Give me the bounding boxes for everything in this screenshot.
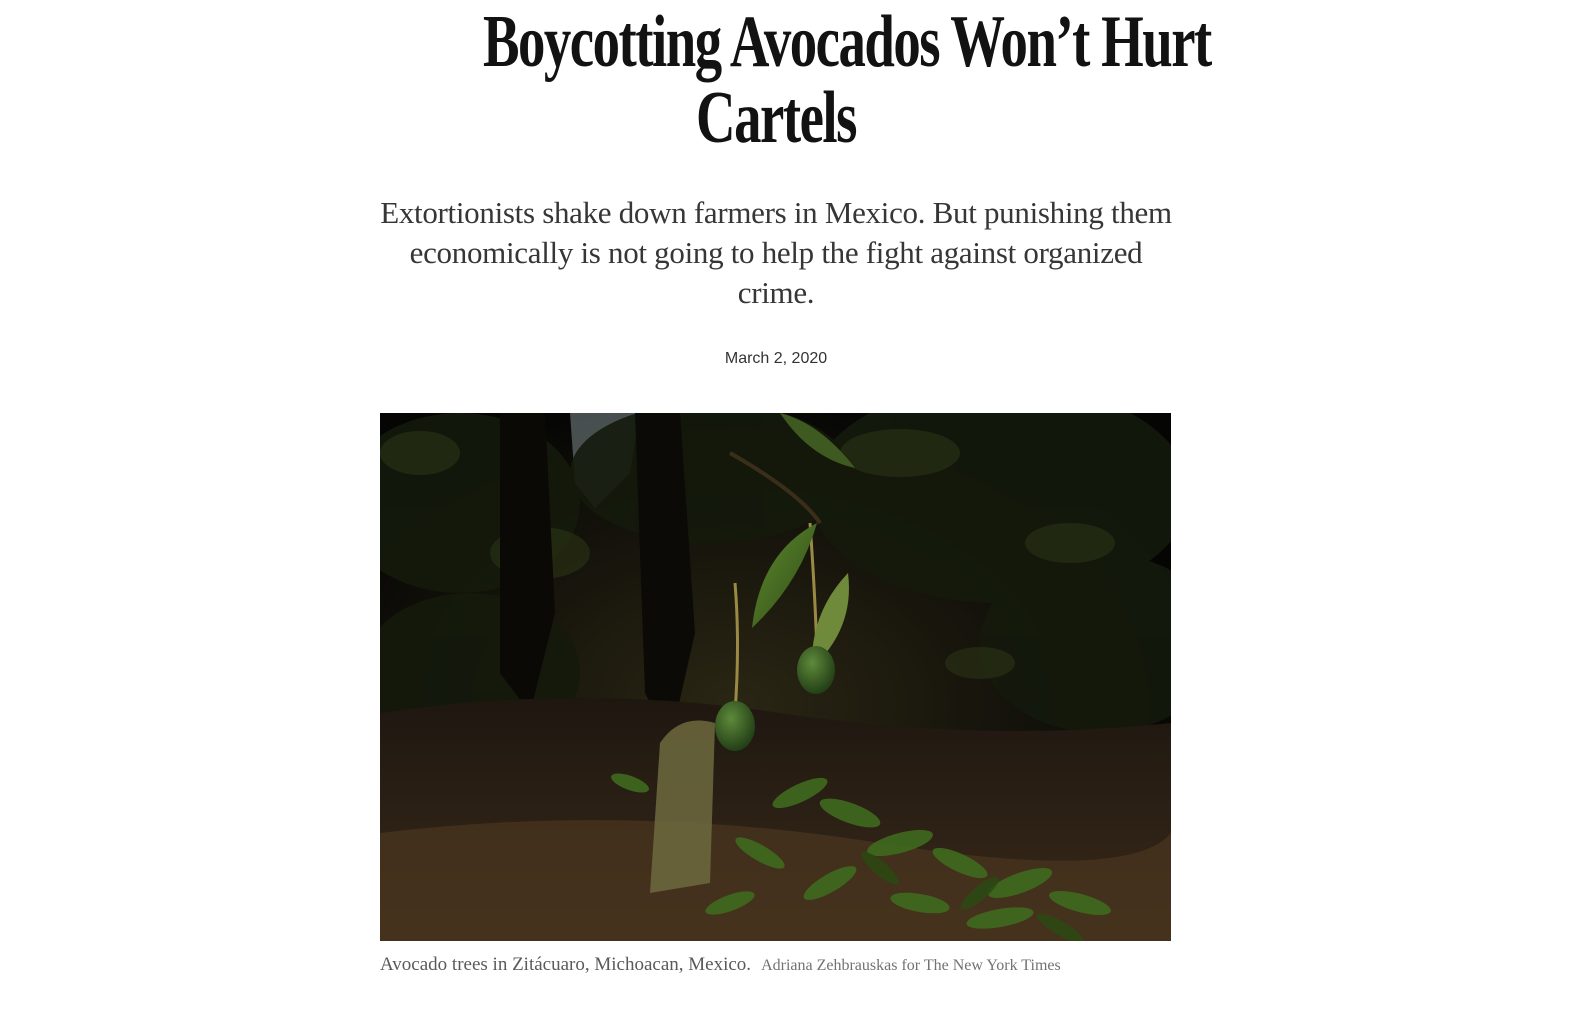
photo-caption: Avocado trees in Zitácuaro, Michoacan, M… (380, 953, 1172, 978)
avocado-tree-photo (380, 413, 1171, 941)
publish-date: March 2, 2020 (724, 350, 828, 367)
headline: Boycotting Avocados Won’t Hurt Cartels (482, 0, 1212, 159)
headline-line-2: Cartels (696, 77, 857, 159)
caption-text: Avocado trees in Zitácuaro, Michoacan, M… (380, 954, 752, 975)
headline-line-1: Boycotting Avocados Won’t Hurt (482, 1, 1212, 83)
article-header: Boycotting Avocados Won’t Hurt Cartels (380, 0, 1212, 159)
article-summary: Extortionists shake down farmers in Mexi… (380, 195, 1172, 310)
photo-credit: Adriana Zehbrauskas for The New York Tim… (761, 957, 1061, 974)
lead-photo (380, 413, 1171, 941)
